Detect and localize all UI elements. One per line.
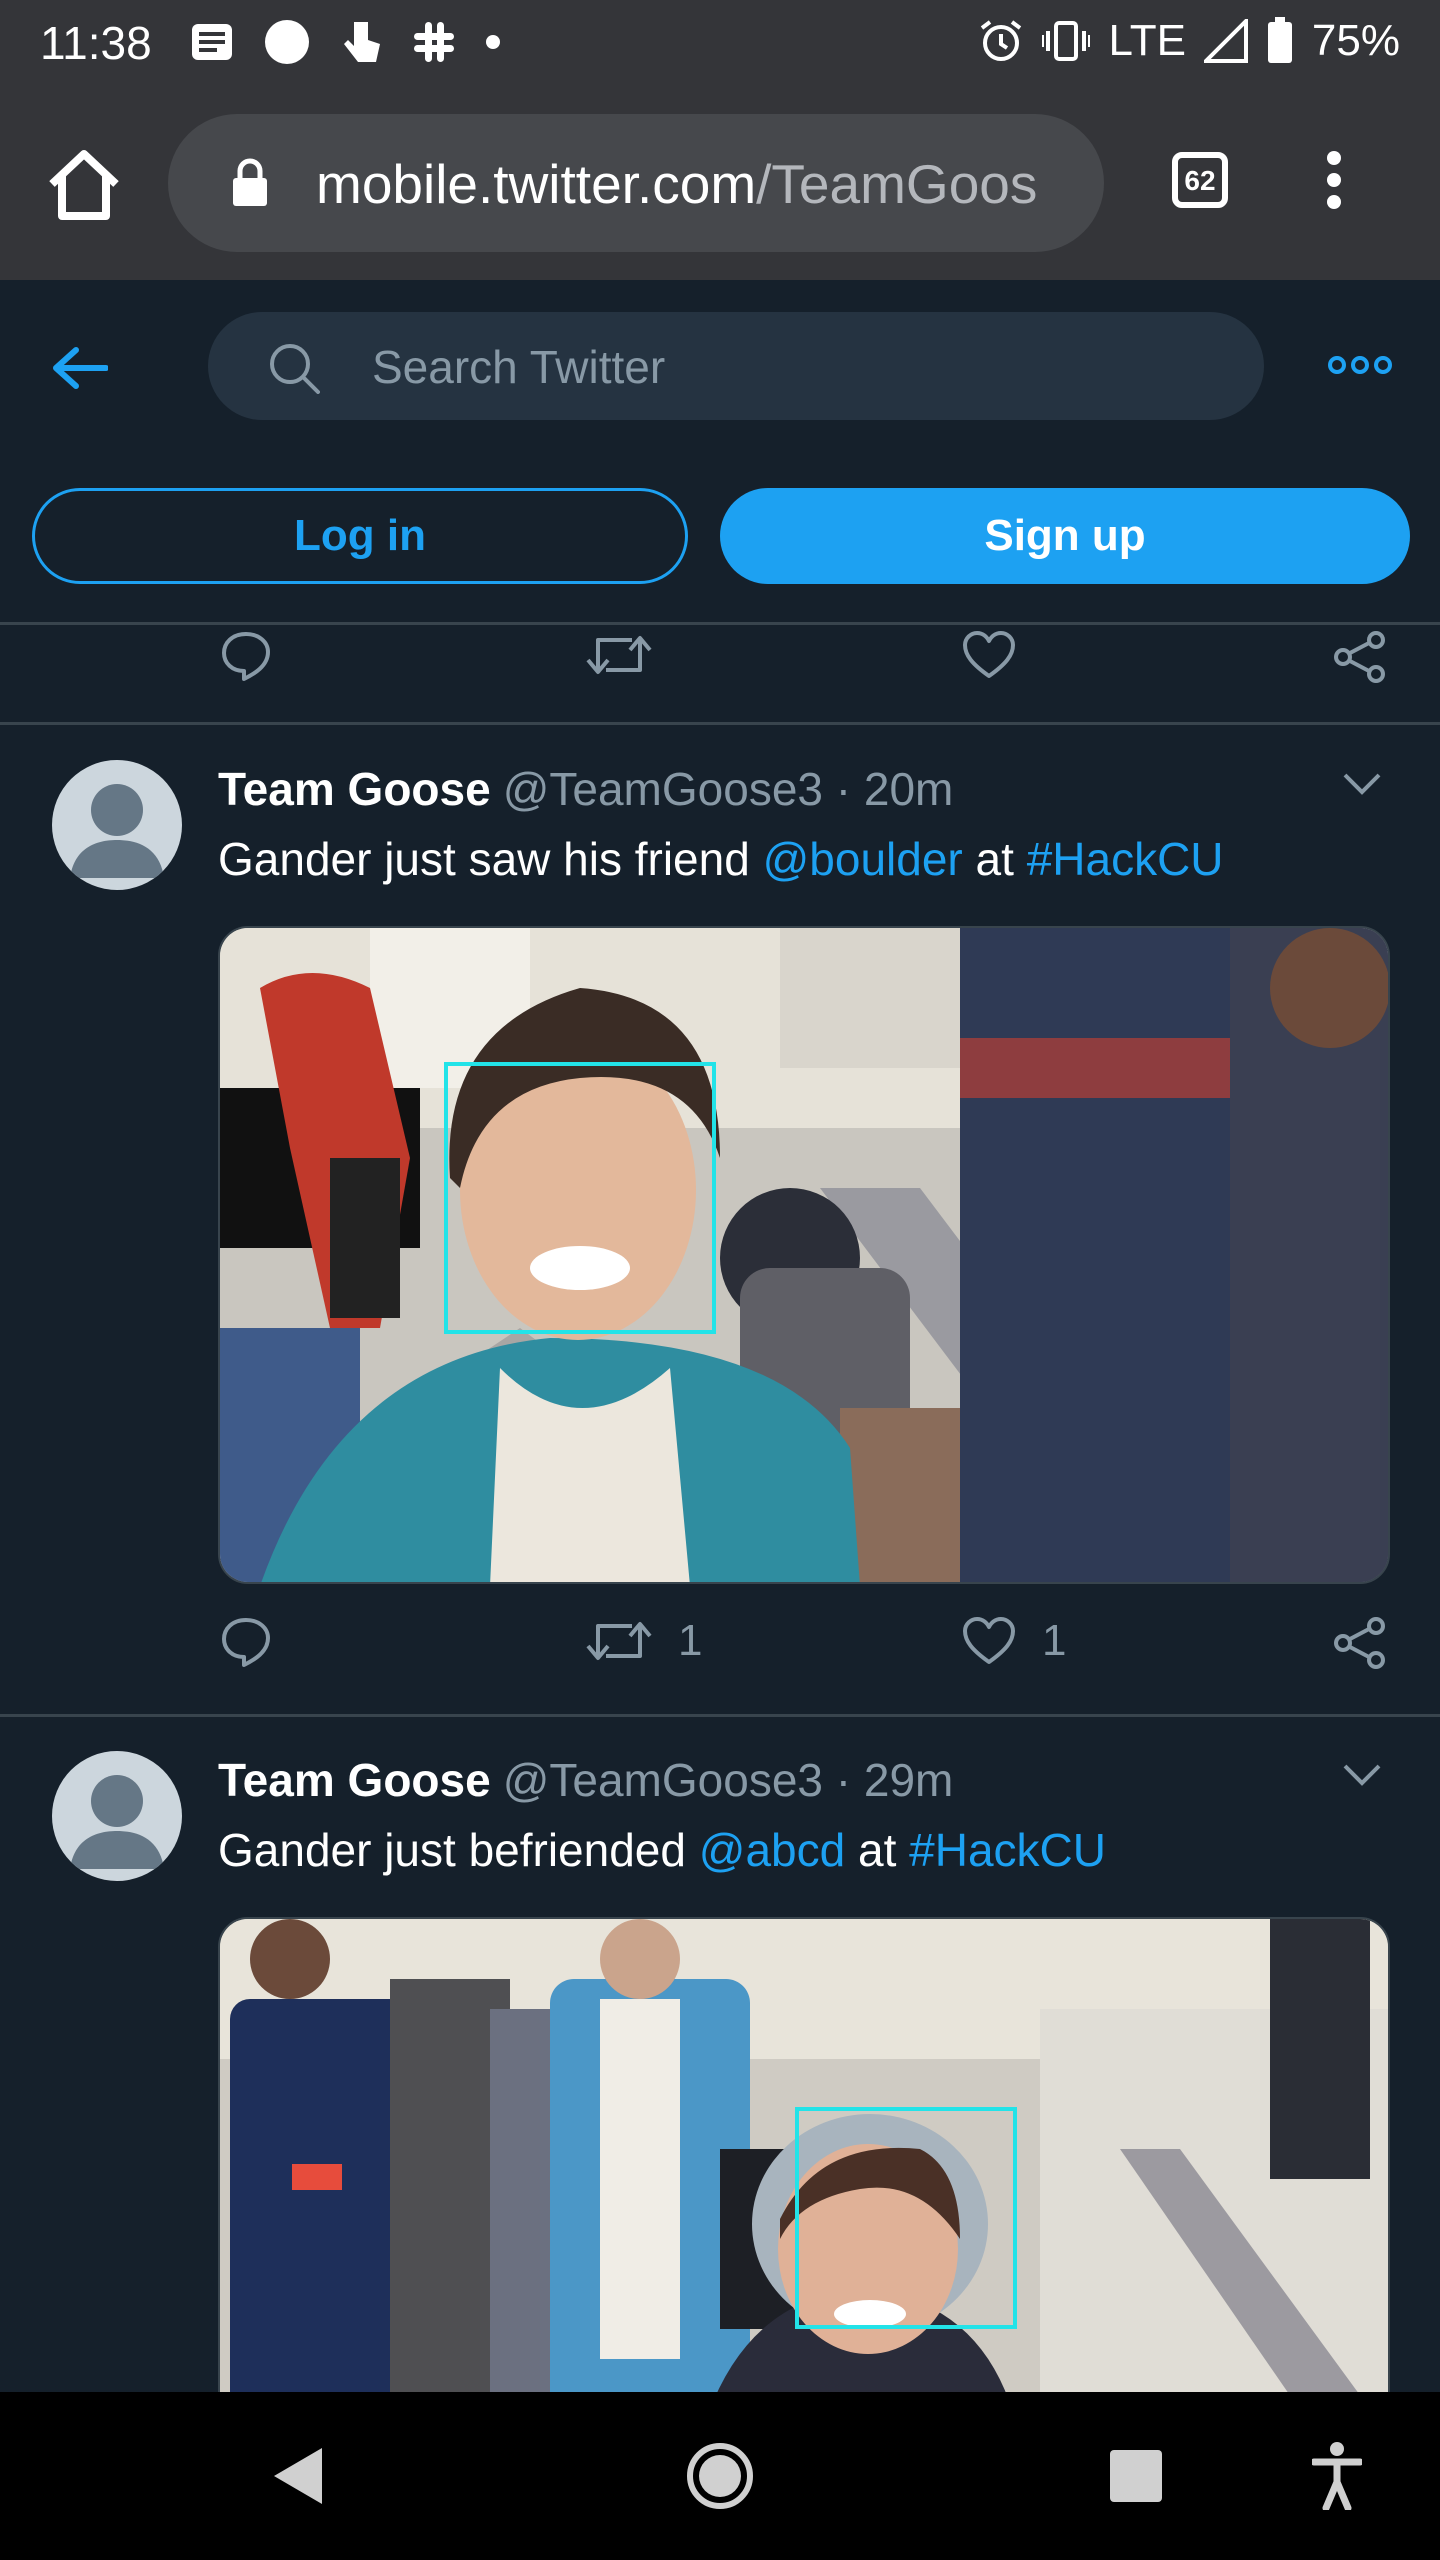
- heart-icon: [963, 1617, 1015, 1664]
- overflow-menu-icon[interactable]: [1326, 150, 1342, 210]
- circle-icon: [265, 20, 309, 64]
- face-detection-box: [444, 1062, 716, 1334]
- url-path: /TeamGoos: [756, 153, 1038, 215]
- system-navigation-bar: [0, 2392, 1440, 2560]
- battery-percent: 75%: [1311, 16, 1400, 65]
- tweet-text-part: Gander just befriended: [218, 1824, 699, 1876]
- home-icon[interactable]: [44, 146, 124, 222]
- hashtag-link[interactable]: #HackCU: [1027, 833, 1224, 885]
- reply-button[interactable]: [220, 630, 272, 682]
- sign-up-button[interactable]: Sign up: [720, 488, 1410, 584]
- tweet-actions-previous: [220, 630, 1400, 710]
- tab-switcher-button[interactable]: 62: [1172, 152, 1228, 208]
- face-detection-box: [795, 2107, 1017, 2329]
- default-avatar-icon: [70, 784, 164, 878]
- more-notifications-dot-icon: [486, 35, 500, 49]
- notification-icons: [190, 18, 500, 66]
- tweet[interactable]: Team Goose @TeamGoose3 · 29m Gander just …: [0, 1717, 1440, 2437]
- status-bar: 11:38 LTE 75%: [0, 0, 1440, 86]
- retweet-button[interactable]: [586, 630, 652, 680]
- search-icon: [270, 344, 320, 394]
- heart-icon: [963, 631, 1015, 678]
- share-button[interactable]: [1332, 1616, 1388, 1670]
- status-time: 11:38: [40, 17, 152, 69]
- touch-icon: [344, 22, 380, 62]
- back-arrow-icon[interactable]: [52, 346, 108, 390]
- tweet-photo[interactable]: [218, 1917, 1390, 2437]
- avatar[interactable]: [52, 1751, 182, 1881]
- reply-button[interactable]: [220, 1616, 272, 1668]
- tweet[interactable]: Team Goose @TeamGoose3 · 20m Gander just …: [0, 726, 1440, 1714]
- lock-icon: [233, 158, 267, 206]
- signal-icon: [1203, 19, 1248, 63]
- tweet-divider: [0, 722, 1440, 725]
- default-avatar-icon: [70, 1775, 164, 1869]
- chevron-down-icon[interactable]: [1342, 1763, 1382, 1787]
- share-icon: [1334, 1617, 1385, 1669]
- like-button[interactable]: [962, 630, 1016, 680]
- url-domain: mobile.twitter.com: [316, 153, 757, 215]
- more-options-icon[interactable]: [1328, 356, 1392, 374]
- tweet-text-part: Gander just saw his friend: [218, 833, 763, 885]
- tweet-text-part: at: [845, 1824, 910, 1876]
- alarm-icon: [981, 20, 1022, 61]
- share-icon: [1334, 631, 1385, 683]
- search-input[interactable]: Search Twitter: [208, 312, 1264, 420]
- tweet-time[interactable]: · 29m: [836, 1754, 954, 1806]
- tweet-photo[interactable]: [218, 926, 1390, 1584]
- tweet-header: Team Goose @TeamGoose3 · 20m: [218, 762, 953, 816]
- nav-recents-icon[interactable]: [1108, 2448, 1164, 2504]
- hashtag-link[interactable]: #HackCU: [909, 1824, 1106, 1876]
- reply-icon: [222, 1618, 270, 1667]
- reply-icon: [222, 632, 270, 681]
- tweet-text: Gander just befriended @abcd at #HackCU: [218, 1823, 1106, 1877]
- tweet-text: Gander just saw his friend @boulder at #…: [218, 832, 1224, 886]
- log-in-button[interactable]: Log in: [32, 488, 688, 584]
- tweet-actions: 1 1: [220, 1616, 1400, 1696]
- mention-link[interactable]: @abcd: [699, 1824, 845, 1876]
- mention-link[interactable]: @boulder: [763, 833, 963, 885]
- share-button[interactable]: [1332, 630, 1388, 684]
- retweet-button[interactable]: 1: [586, 1616, 702, 1666]
- author-name[interactable]: Team Goose: [218, 1754, 491, 1806]
- vibrate-icon: [1042, 21, 1091, 61]
- url-text: mobile.twitter.com/TeamGoos: [316, 152, 1086, 216]
- nav-back-icon[interactable]: [270, 2444, 326, 2508]
- header-divider: [0, 622, 1440, 625]
- tweet-time[interactable]: · 20m: [836, 763, 954, 815]
- browser-toolbar: mobile.twitter.com/TeamGoos 62: [0, 86, 1440, 280]
- tweet-header: Team Goose @TeamGoose3 · 29m: [218, 1753, 953, 1807]
- news-icon: [192, 24, 232, 60]
- search-placeholder: Search Twitter: [372, 341, 666, 393]
- twitter-header: Search Twitter Log in Sign up: [0, 280, 1440, 625]
- avatar[interactable]: [52, 760, 182, 890]
- nav-home-icon[interactable]: [686, 2442, 754, 2510]
- like-button[interactable]: 1: [962, 1616, 1066, 1666]
- like-count: 1: [1042, 1616, 1067, 1665]
- photo-scene: [220, 928, 1388, 1582]
- author-handle[interactable]: @TeamGoose3: [503, 1754, 823, 1806]
- system-status: LTE 75%: [978, 16, 1400, 66]
- accessibility-icon[interactable]: [1312, 2442, 1362, 2510]
- author-name[interactable]: Team Goose: [218, 763, 491, 815]
- url-bar[interactable]: mobile.twitter.com/TeamGoos: [168, 114, 1104, 252]
- retweet-icon: [586, 636, 652, 674]
- slack-icon: [414, 22, 454, 62]
- tweet-text-part: at: [962, 833, 1027, 885]
- network-type: LTE: [1108, 16, 1186, 65]
- battery-icon: [1267, 17, 1292, 63]
- retweet-icon: [586, 1622, 652, 1660]
- author-handle[interactable]: @TeamGoose3: [503, 763, 823, 815]
- retweet-count: 1: [678, 1616, 703, 1665]
- chevron-down-icon[interactable]: [1342, 772, 1382, 796]
